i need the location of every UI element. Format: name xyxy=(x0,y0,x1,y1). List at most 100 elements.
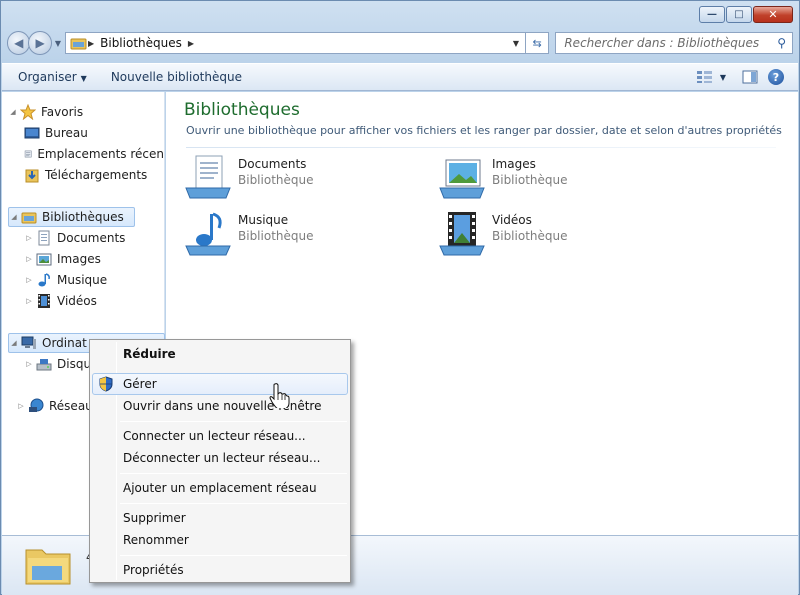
expand-arrow-icon[interactable]: ▷ xyxy=(24,276,34,284)
tree-label-music: Musique xyxy=(57,273,108,287)
tree-item-downloads[interactable]: Téléchargements xyxy=(24,165,147,185)
menu-label: Ajouter un emplacement réseau xyxy=(123,481,317,495)
tree-label-desktop: Bureau xyxy=(45,126,88,140)
maximize-icon: □ xyxy=(734,8,744,20)
breadcrumb-item-libraries[interactable]: Bibliothèques xyxy=(100,36,182,50)
tree-label-videos: Vidéos xyxy=(57,294,97,308)
pictures-library-icon xyxy=(439,159,485,199)
breadcrumb-chevron-icon[interactable]: ▶ xyxy=(188,39,194,48)
hand-cursor-icon xyxy=(269,383,290,408)
menu-item-open-new-window[interactable]: Ouvrir dans une nouvelle fenêtre xyxy=(92,395,348,417)
tree-label-libraries: Bibliothèques xyxy=(42,210,124,224)
change-view-icon[interactable] xyxy=(696,70,714,84)
tree-item-documents[interactable]: ▷ Documents xyxy=(24,228,125,248)
library-name: Documents xyxy=(238,157,307,171)
search-input[interactable]: Rechercher dans : Bibliothèques ⚲ xyxy=(555,32,793,54)
desktop-icon xyxy=(24,127,40,139)
expand-arrow-icon[interactable]: ▷ xyxy=(24,255,34,263)
menu-item-disconnect-network-drive[interactable]: Déconnecter un lecteur réseau... xyxy=(92,447,348,469)
new-library-button[interactable]: Nouvelle bibliothèque xyxy=(103,66,250,88)
tree-item-local-disk[interactable]: ▷ Disqu xyxy=(24,354,91,374)
library-name: Images xyxy=(492,157,536,171)
menu-separator xyxy=(120,421,347,422)
libraries-folder-icon xyxy=(70,38,87,50)
address-bar[interactable]: ▶ Bibliothèques ▶ ▼ xyxy=(64,32,526,54)
organize-button[interactable]: Organiser ▼ xyxy=(10,66,95,88)
library-kind: Bibliothèque xyxy=(238,229,314,243)
expand-arrow-icon[interactable]: ▷ xyxy=(16,402,26,410)
tree-label-favorites: Favoris xyxy=(41,105,84,119)
collapse-arrow-icon[interactable]: ◢ xyxy=(9,213,19,221)
view-options-dropdown[interactable]: ▼ xyxy=(720,73,726,82)
library-tile-videos[interactable]: Vidéos Bibliothèque xyxy=(438,210,568,258)
documents-library-icon xyxy=(185,155,231,199)
page-description: Ouvrir une bibliothèque pour afficher vo… xyxy=(186,124,782,137)
maximize-button[interactable]: □ xyxy=(726,6,752,23)
forward-button[interactable]: ▶ xyxy=(28,31,52,55)
favorites-star-icon xyxy=(20,104,36,120)
minimize-icon: — xyxy=(707,8,717,20)
menu-label: Supprimer xyxy=(123,511,186,525)
library-kind: Bibliothèque xyxy=(492,173,568,187)
refresh-button[interactable]: ⇆ xyxy=(525,32,550,54)
breadcrumb-separator-icon[interactable]: ▶ xyxy=(88,39,94,48)
close-button[interactable]: ✕ xyxy=(753,6,793,23)
command-bar: Organiser ▼ Nouvelle bibliothèque ▼ ? xyxy=(2,63,798,91)
recent-pages-dropdown[interactable]: ▼ xyxy=(55,39,61,48)
tree-item-libraries[interactable]: ◢ Bibliothèques xyxy=(8,207,135,227)
minimize-button[interactable]: — xyxy=(699,6,725,23)
page-title: Bibliothèques xyxy=(184,100,300,120)
tree-label-downloads: Téléchargements xyxy=(45,168,148,182)
library-tile-documents[interactable]: Documents Bibliothèque xyxy=(184,154,314,202)
computer-icon xyxy=(21,336,36,349)
menu-item-delete[interactable]: Supprimer xyxy=(92,507,348,529)
menu-label: Connecter un lecteur réseau... xyxy=(123,429,306,443)
music-icon xyxy=(38,273,50,287)
menu-item-properties[interactable]: Propriétés xyxy=(92,559,348,581)
tree-item-recent-places[interactable]: Emplacements récen xyxy=(24,144,164,164)
libraries-icon xyxy=(21,212,37,224)
menu-separator xyxy=(120,555,347,556)
divider xyxy=(186,147,776,148)
back-arrow-icon: ◀ xyxy=(14,36,24,50)
menu-label: Propriétés xyxy=(123,563,184,577)
music-library-icon xyxy=(185,212,231,256)
close-icon: ✕ xyxy=(768,8,778,21)
collapse-arrow-icon[interactable]: ◢ xyxy=(8,108,18,116)
tree-item-music[interactable]: ▷ Musique xyxy=(24,270,107,290)
expand-arrow-icon[interactable]: ▷ xyxy=(24,234,34,242)
context-menu: Réduire Gérer Ouvrir dans une nouvelle f… xyxy=(89,339,351,583)
expand-arrow-icon[interactable]: ▷ xyxy=(24,297,34,305)
tree-item-network[interactable]: ▷ Réseau xyxy=(16,396,93,416)
menu-separator xyxy=(120,503,347,504)
library-tile-music[interactable]: Musique Bibliothèque xyxy=(184,210,314,258)
videos-library-icon xyxy=(439,212,485,256)
collapse-arrow-icon[interactable]: ◢ xyxy=(9,339,19,347)
preview-pane-icon[interactable] xyxy=(742,69,758,85)
expand-arrow-icon[interactable]: ▷ xyxy=(24,360,34,368)
tree-item-videos[interactable]: ▷ Vidéos xyxy=(24,291,97,311)
menu-item-collapse[interactable]: Réduire xyxy=(92,343,348,365)
documents-icon xyxy=(38,230,50,246)
window-caption-buttons: — □ ✕ xyxy=(698,6,793,23)
menu-item-rename[interactable]: Renommer xyxy=(92,529,348,551)
tree-item-images[interactable]: ▷ Images xyxy=(24,249,101,269)
search-icon[interactable]: ⚲ xyxy=(777,36,786,50)
organize-label: Organiser xyxy=(18,70,77,84)
address-history-dropdown[interactable]: ▼ xyxy=(507,39,525,48)
help-button[interactable]: ? xyxy=(768,69,784,85)
tree-item-favorites[interactable]: ◢ Favoris xyxy=(8,102,83,122)
menu-item-map-network-drive[interactable]: Connecter un lecteur réseau... xyxy=(92,425,348,447)
navigation-bar: ◀ ▶ ▼ ▶ Bibliothèques ▶ ▼ ⇆ Rechercher d… xyxy=(7,29,793,57)
menu-label: Réduire xyxy=(123,347,176,361)
menu-item-manage[interactable]: Gérer xyxy=(92,373,348,395)
tree-label-documents: Documents xyxy=(57,231,126,245)
tree-label-network: Réseau xyxy=(49,399,93,413)
libraries-folder-large-icon xyxy=(25,549,71,585)
tree-item-desktop[interactable]: Bureau xyxy=(24,123,88,143)
back-button[interactable]: ◀ xyxy=(7,31,31,55)
menu-item-add-network-location[interactable]: Ajouter un emplacement réseau xyxy=(92,477,348,499)
menu-label: Ouvrir dans une nouvelle fenêtre xyxy=(123,399,322,413)
menu-label: Renommer xyxy=(123,533,189,547)
library-tile-images[interactable]: Images Bibliothèque xyxy=(438,154,568,202)
